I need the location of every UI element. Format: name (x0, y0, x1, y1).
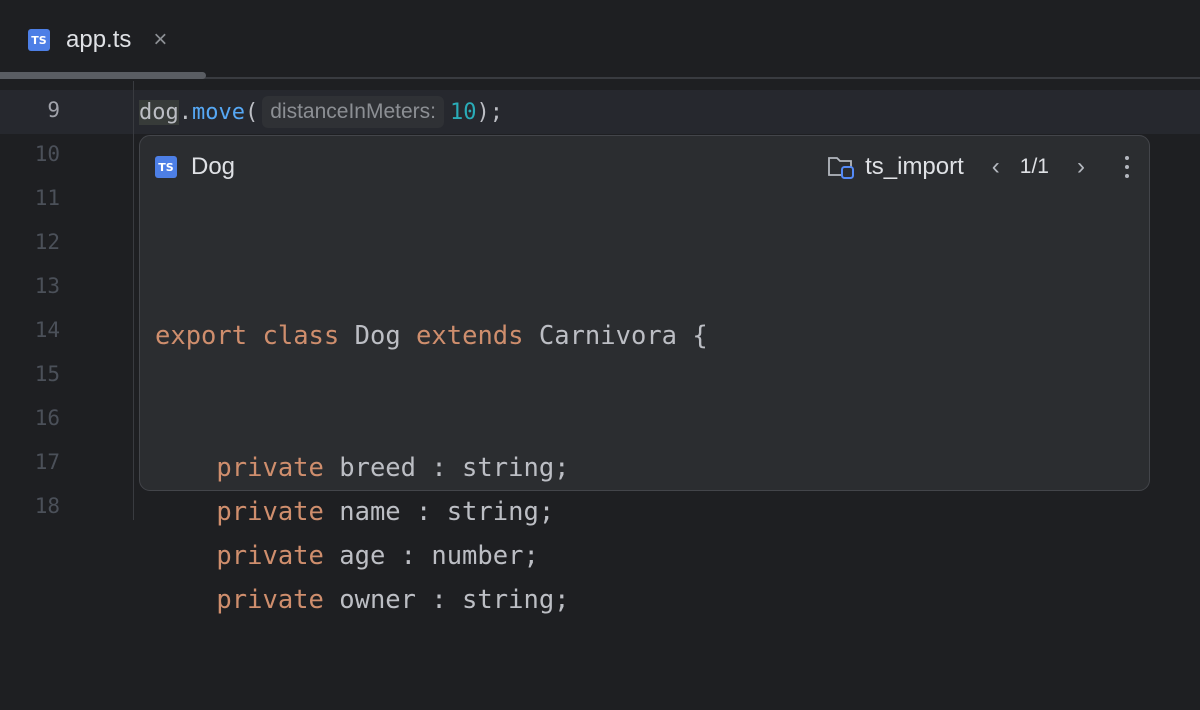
dot: . (178, 99, 192, 125)
method-move[interactable]: move (192, 100, 245, 125)
line-number: 9 (47, 98, 60, 122)
keyword: private (216, 541, 324, 571)
line-number: 11 (34, 186, 60, 210)
line-number: 13 (34, 274, 60, 298)
code-line: private breed : string; (155, 446, 708, 490)
tab-label: app.ts (66, 26, 132, 53)
code-line: export class Dog extends Carnivora { (155, 314, 708, 358)
line-number: 17 (34, 450, 60, 474)
keyword: export (155, 321, 248, 351)
number-literal: 10 (449, 99, 477, 125)
keyword: extends (416, 321, 524, 351)
next-icon[interactable]: › (1077, 153, 1085, 181)
member: owner : string; (323, 585, 570, 615)
code-line: private name : string; (155, 490, 708, 534)
paren: ( (244, 99, 259, 125)
member: name : string; (323, 497, 555, 527)
tab-scrollbar[interactable] (0, 72, 206, 79)
line-number: 15 (34, 362, 60, 386)
code-line: private age : number; (155, 534, 708, 578)
line-number: 16 (34, 406, 60, 430)
class-name: Dog (354, 321, 401, 351)
line-number: 12 (34, 230, 60, 254)
parameter-hint: distanceInMeters: (262, 96, 444, 128)
typescript-file-icon: TS (28, 29, 50, 51)
code-line-9[interactable]: dog. move(distanceInMeters: 10); (139, 90, 503, 134)
member: age : number; (323, 541, 539, 571)
module-folder-icon (828, 157, 855, 179)
tab-app-ts[interactable]: TS app.ts × (28, 24, 167, 56)
previous-icon[interactable]: ‹ (992, 153, 1000, 181)
paren-semicolon: ); (476, 99, 503, 125)
gutter-divider (133, 81, 134, 520)
line-number: 18 (34, 494, 60, 518)
typescript-class-icon: TS (155, 156, 177, 178)
member: breed : string; (323, 453, 570, 483)
module-name[interactable]: ts_import (865, 153, 964, 181)
popup-title: Dog (191, 153, 236, 180)
keyword: private (216, 453, 324, 483)
keyword: private (216, 585, 324, 615)
keyword: private (216, 497, 324, 527)
identifier-dog[interactable]: dog (139, 99, 179, 125)
more-options-icon[interactable] (1125, 156, 1129, 178)
base-class: Carnivora { (538, 321, 708, 351)
result-count: 1/1 (1019, 155, 1049, 178)
line-number: 14 (34, 318, 60, 342)
line-number: 10 (34, 142, 60, 166)
quick-documentation-popup: TS Dog ts_import ‹ 1/1 › export class Do… (139, 135, 1150, 615)
code-line: private owner : string; (155, 578, 708, 622)
keyword: class (262, 321, 340, 351)
close-icon[interactable]: × (153, 26, 167, 54)
tab-bar: TS app.ts × (0, 0, 1200, 79)
declaration-code: export class Dog extends Carnivora { pri… (155, 226, 708, 710)
popup-header: TS Dog ts_import ‹ 1/1 › (155, 152, 1135, 182)
